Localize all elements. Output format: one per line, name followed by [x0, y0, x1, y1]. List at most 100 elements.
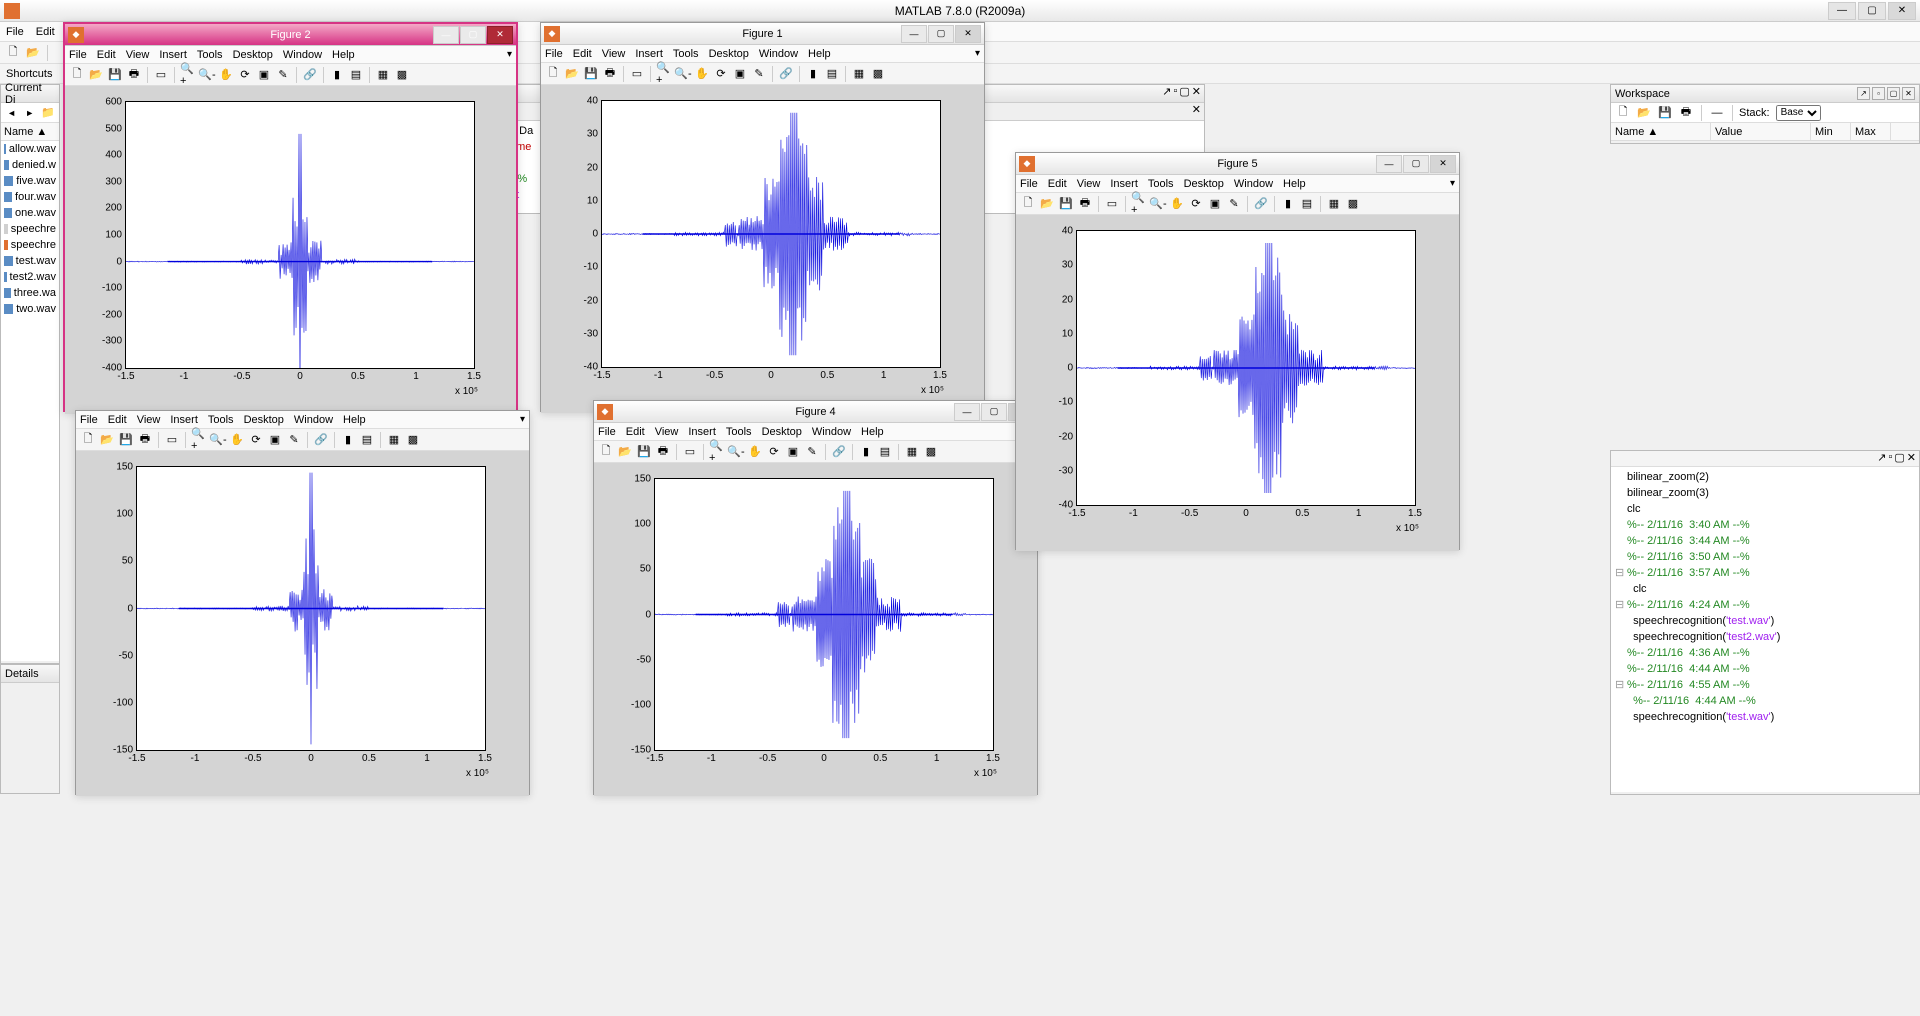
zoom-out-icon[interactable]: 🔍- [727, 443, 745, 461]
menu-help[interactable]: Help [343, 414, 366, 426]
save-icon[interactable]: 💾 [117, 431, 135, 449]
pointer-icon[interactable]: ▭ [163, 431, 181, 449]
maximize-button[interactable]: ▢ [1858, 2, 1886, 20]
min-icon[interactable]: ▫ [1173, 85, 1177, 102]
column-name[interactable]: Name ▲ [4, 126, 47, 138]
min-icon[interactable]: ▫ [1888, 451, 1892, 466]
rotate-icon[interactable]: ⟳ [765, 443, 783, 461]
open-icon[interactable]: 📂 [616, 443, 634, 461]
maximize-button[interactable]: ▢ [928, 25, 954, 43]
menu-desktop[interactable]: Desktop [1184, 178, 1224, 190]
link-icon[interactable]: 🔗 [1252, 195, 1270, 213]
pointer-icon[interactable]: ▭ [152, 66, 170, 84]
menu-dropdown-icon[interactable]: ▾ [507, 49, 512, 60]
menu-dropdown-icon[interactable]: ▾ [520, 414, 525, 425]
menu-insert[interactable]: Insert [159, 49, 187, 61]
minimize-button[interactable]: — [954, 403, 980, 421]
axes[interactable]: 150100500-50-100-150-1.5-1-0.500.511.5 x… [654, 478, 994, 751]
brush-icon[interactable]: ✎ [285, 431, 303, 449]
menu-insert[interactable]: Insert [170, 414, 198, 426]
history-line[interactable]: bilinear_zoom(3) [1615, 485, 1915, 501]
open-icon[interactable]: 📂 [87, 66, 105, 84]
dock-icon[interactable]: ▦ [374, 66, 392, 84]
new-icon[interactable]: 🗋 [1019, 195, 1037, 213]
close-icon[interactable]: ✕ [1192, 85, 1201, 102]
file-row[interactable]: three.wa [1, 285, 59, 301]
folder-icon[interactable]: 📁 [40, 104, 56, 122]
brush-icon[interactable]: ✎ [274, 66, 292, 84]
close-button[interactable]: ✕ [1888, 2, 1916, 20]
pan-icon[interactable]: ✋ [228, 431, 246, 449]
legend-icon[interactable]: ▤ [1298, 195, 1316, 213]
datacursor-icon[interactable]: ▣ [1206, 195, 1224, 213]
history-line[interactable]: %-- 2/11/16 3:44 AM --% [1615, 533, 1915, 549]
menu-view[interactable]: View [137, 414, 161, 426]
colorbar-icon[interactable]: ▮ [857, 443, 875, 461]
menu-desktop[interactable]: Desktop [762, 426, 802, 438]
brush-icon[interactable]: ✎ [803, 443, 821, 461]
maximize-button[interactable]: ▢ [981, 403, 1007, 421]
zoom-out-icon[interactable]: 🔍- [198, 66, 216, 84]
menu-tools[interactable]: Tools [208, 414, 234, 426]
figure-titlebar[interactable]: ◆ Figure 1 — ▢ ✕ [541, 23, 984, 45]
file-row[interactable]: one.wav [1, 205, 59, 221]
colorbar-icon[interactable]: ▮ [328, 66, 346, 84]
save-icon[interactable]: 💾 [106, 66, 124, 84]
menu-insert[interactable]: Insert [1110, 178, 1138, 190]
menu-view[interactable]: View [126, 49, 150, 61]
menu-file[interactable]: File [6, 26, 24, 38]
open-icon[interactable]: 📂 [563, 65, 581, 83]
file-row[interactable]: test2.wav [1, 269, 59, 285]
new-icon[interactable]: 🗋 [4, 44, 22, 62]
file-row[interactable]: speechre [1, 237, 59, 253]
history-line[interactable]: speechrecognition('test.wav') [1615, 709, 1915, 725]
file-row[interactable]: test.wav [1, 253, 59, 269]
axes[interactable]: 403020100-10-20-30-40-1.5-1-0.500.511.5 … [601, 100, 941, 368]
minimize-button[interactable]: — [1828, 2, 1856, 20]
print-icon[interactable]: 🖶 [136, 431, 154, 449]
history-line[interactable]: %-- 2/11/16 4:36 AM --% [1615, 645, 1915, 661]
file-row[interactable]: denied.w [1, 157, 59, 173]
link-icon[interactable]: 🔗 [830, 443, 848, 461]
menu-desktop[interactable]: Desktop [709, 48, 749, 60]
dock2-icon[interactable]: ▩ [404, 431, 422, 449]
col-max[interactable]: Max [1851, 123, 1891, 140]
dock-icon[interactable]: ▦ [850, 65, 868, 83]
zoom-in-icon[interactable]: 🔍+ [179, 66, 197, 84]
axes[interactable]: 150100500-50-100-150-1.5-1-0.500.511.5 x… [136, 466, 486, 751]
zoom-in-icon[interactable]: 🔍+ [190, 431, 208, 449]
history-line[interactable]: ⊟%-- 2/11/16 3:57 AM --% [1615, 565, 1915, 581]
rotate-icon[interactable]: ⟳ [1187, 195, 1205, 213]
menu-view[interactable]: View [602, 48, 626, 60]
dock2-icon[interactable]: ▩ [869, 65, 887, 83]
history-line[interactable]: speechrecognition('test2.wav') [1615, 629, 1915, 645]
menu-insert[interactable]: Insert [688, 426, 716, 438]
stack-select[interactable]: Base [1776, 105, 1821, 121]
menu-desktop[interactable]: Desktop [233, 49, 273, 61]
history-line[interactable]: %-- 2/11/16 3:40 AM --% [1615, 517, 1915, 533]
figure-window[interactable]: FileEditViewInsertToolsDesktopWindowHelp… [75, 410, 530, 795]
figure-window[interactable]: ◆ Figure 4 — ▢ ✕ FileEditViewInsertTools… [593, 400, 1038, 795]
menu-window[interactable]: Window [1234, 178, 1273, 190]
open-icon[interactable]: 📂 [98, 431, 116, 449]
file-row[interactable]: two.wav [1, 301, 59, 317]
zoom-in-icon[interactable]: 🔍+ [1130, 195, 1148, 213]
back-icon[interactable]: ◄ [4, 104, 19, 122]
menu-edit[interactable]: Edit [108, 414, 127, 426]
link-icon[interactable]: 🔗 [777, 65, 795, 83]
rotate-icon[interactable]: ⟳ [247, 431, 265, 449]
zoom-out-icon[interactable]: 🔍- [1149, 195, 1167, 213]
print-icon[interactable]: 🖶 [1076, 195, 1094, 213]
fwd-icon[interactable]: ► [22, 104, 37, 122]
menu-view[interactable]: View [655, 426, 679, 438]
menu-dropdown-icon[interactable]: ▾ [975, 48, 980, 59]
menu-edit[interactable]: Edit [573, 48, 592, 60]
figure-titlebar[interactable]: ◆ Figure 4 — ▢ ✕ [594, 401, 1037, 423]
menu-file[interactable]: File [545, 48, 563, 60]
dock-icon[interactable]: ▦ [1325, 195, 1343, 213]
figure-titlebar[interactable]: ◆ Figure 5 — ▢ ✕ [1016, 153, 1459, 175]
colorbar-icon[interactable]: ▮ [339, 431, 357, 449]
legend-icon[interactable]: ▤ [876, 443, 894, 461]
print-icon[interactable]: 🖶 [1677, 104, 1695, 122]
colorbar-icon[interactable]: ▮ [804, 65, 822, 83]
